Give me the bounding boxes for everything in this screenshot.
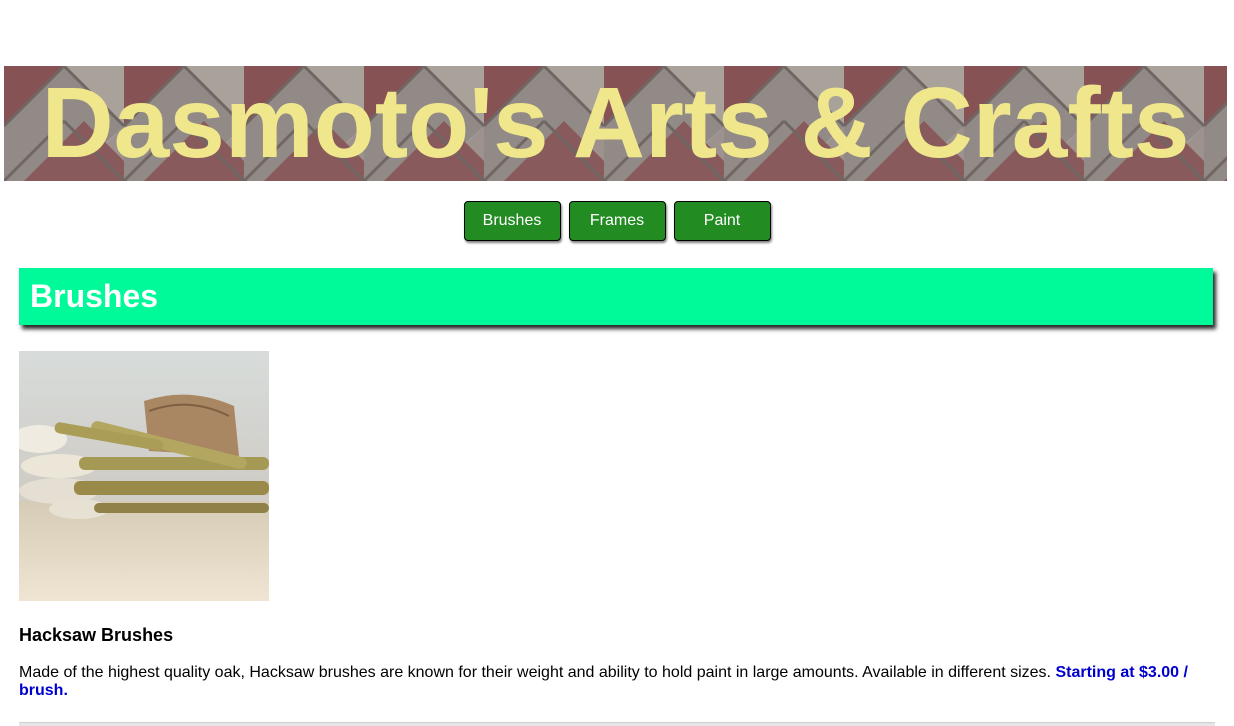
section-header: Brushes	[19, 268, 1213, 325]
product-description: Made of the highest quality oak, Hacksaw…	[19, 664, 1214, 700]
product-image	[19, 351, 269, 601]
nav-button-paint[interactable]: Paint	[673, 201, 771, 241]
header-banner: Dasmoto's Arts & Crafts	[4, 66, 1227, 181]
brushes-photo	[19, 351, 269, 601]
product-description-text: Made of the highest quality oak, Hacksaw…	[19, 664, 1051, 681]
nav-button-frames[interactable]: Frames	[568, 201, 666, 241]
section-title: Brushes	[30, 278, 159, 314]
section-divider	[19, 722, 1215, 726]
product-name: Hacksaw Brushes	[19, 625, 174, 645]
page: Dasmoto's Arts & Crafts Brushes Frames P…	[0, 0, 1234, 726]
nav-button-brushes[interactable]: Brushes	[463, 201, 561, 241]
nav-bar: Brushes Frames Paint	[0, 201, 1234, 241]
site-title: Dasmoto's Arts & Crafts	[41, 67, 1190, 179]
